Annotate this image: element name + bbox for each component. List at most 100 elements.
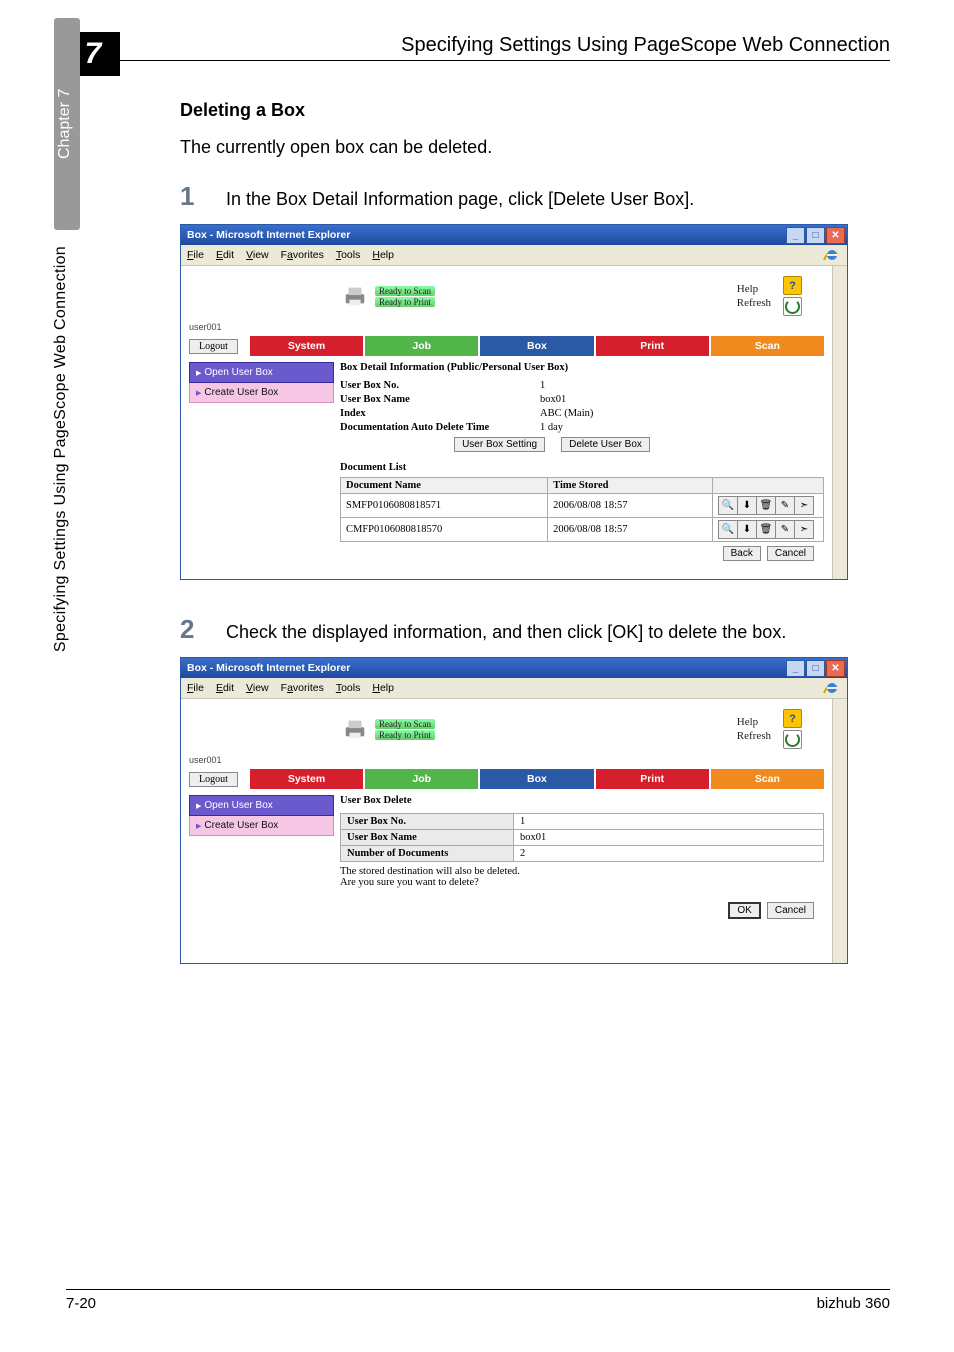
- menu-view[interactable]: View: [246, 682, 269, 694]
- ie-menubar: File Edit View Favorites Tools Help: [181, 245, 847, 266]
- side-long-label: Specifying Settings Using PageScope Web …: [50, 240, 72, 658]
- menu-view[interactable]: View: [246, 249, 269, 261]
- refresh-icon[interactable]: [783, 297, 802, 316]
- menu-tools[interactable]: Tools: [336, 682, 361, 694]
- menu-favorites[interactable]: Favorites: [281, 682, 324, 694]
- maximize-button[interactable]: □: [806, 227, 825, 244]
- menu-file[interactable]: File: [187, 249, 204, 261]
- side-chapter-label: Chapter 7: [54, 18, 80, 230]
- panel-title: User Box Delete: [340, 795, 824, 806]
- tab-scan[interactable]: Scan: [711, 336, 824, 356]
- help-icon[interactable]: ?: [783, 276, 802, 295]
- preview-icon[interactable]: 🔍: [718, 520, 738, 539]
- close-button[interactable]: ✕: [826, 227, 845, 244]
- help-link[interactable]: Help: [737, 283, 771, 295]
- minimize-button[interactable]: _: [786, 227, 805, 244]
- document-list-table: Document Name Time Stored SMFP0106080818…: [340, 477, 824, 542]
- menu-help[interactable]: Help: [372, 682, 394, 694]
- document-list-title: Document List: [340, 462, 824, 473]
- menu-tools[interactable]: Tools: [336, 249, 361, 261]
- panel-title: Box Detail Information (Public/Personal …: [340, 362, 824, 373]
- tab-box[interactable]: Box: [480, 336, 593, 356]
- value-box-no: 1: [540, 380, 545, 391]
- scrollbar[interactable]: [832, 266, 847, 579]
- help-icon[interactable]: ?: [783, 709, 802, 728]
- menu-favorites[interactable]: Favorites: [281, 249, 324, 261]
- status-ready-scan: Ready to Scan: [375, 286, 435, 296]
- scrollbar[interactable]: [832, 699, 847, 963]
- sidebar-create-user-box[interactable]: Create User Box: [189, 816, 334, 836]
- sidebar-create-user-box[interactable]: Create User Box: [189, 383, 334, 403]
- back-button[interactable]: Back: [723, 546, 761, 561]
- tab-job[interactable]: Job: [365, 769, 478, 789]
- user-box-setting-button[interactable]: User Box Setting: [454, 437, 545, 452]
- status-ready-scan: Ready to Scan: [375, 719, 435, 729]
- value-box-name: box01: [540, 394, 566, 405]
- close-button[interactable]: ✕: [826, 660, 845, 677]
- ok-button[interactable]: OK: [728, 902, 760, 919]
- screenshot-1: Box - Microsoft Internet Explorer _ □ ✕ …: [180, 224, 848, 580]
- refresh-link[interactable]: Refresh: [737, 730, 771, 742]
- minimize-button[interactable]: _: [786, 660, 805, 677]
- doc-time-cell: 2006/08/08 18:57: [548, 518, 713, 542]
- refresh-link[interactable]: Refresh: [737, 297, 771, 309]
- ie-logo-icon: [821, 679, 841, 697]
- running-header: Specifying Settings Using PageScope Web …: [401, 34, 890, 57]
- preview-icon[interactable]: 🔍: [718, 496, 738, 515]
- menu-edit[interactable]: Edit: [216, 249, 234, 261]
- ie-title: Box - Microsoft Internet Explorer: [187, 229, 350, 241]
- label-box-no: User Box No.: [340, 380, 530, 391]
- label-index: Index: [340, 408, 530, 419]
- route-icon[interactable]: ➣: [794, 520, 814, 539]
- table-row: CMFP0106080818570 2006/08/08 18:57 🔍 ⬇ 🗑…: [341, 518, 824, 542]
- sidebar-open-user-box[interactable]: Open User Box: [189, 795, 334, 816]
- tab-system[interactable]: System: [250, 336, 363, 356]
- status-ready-print: Ready to Print: [375, 297, 435, 307]
- ie-title: Box - Microsoft Internet Explorer: [187, 662, 350, 674]
- delete-icon[interactable]: 🗑: [756, 496, 776, 515]
- tab-print[interactable]: Print: [596, 769, 709, 789]
- delete-user-box-button[interactable]: Delete User Box: [561, 437, 650, 452]
- tab-job[interactable]: Job: [365, 336, 478, 356]
- tab-scan[interactable]: Scan: [711, 769, 824, 789]
- ie-titlebar: Box - Microsoft Internet Explorer _ □ ✕: [181, 658, 847, 678]
- intro-text: The currently open box can be deleted.: [180, 135, 890, 159]
- table-row: SMFP0106080818571 2006/08/08 18:57 🔍 ⬇ 🗑…: [341, 494, 824, 518]
- ie-menubar: File Edit View Favorites Tools Help: [181, 678, 847, 699]
- tab-box[interactable]: Box: [480, 769, 593, 789]
- menu-file[interactable]: File: [187, 682, 204, 694]
- menu-edit[interactable]: Edit: [216, 682, 234, 694]
- sidebar-open-user-box[interactable]: Open User Box: [189, 362, 334, 383]
- help-link[interactable]: Help: [737, 716, 771, 728]
- label-box-name: User Box Name: [341, 830, 514, 846]
- step-2-text: Check the displayed information, and the…: [226, 620, 786, 644]
- footer-page-number: 7-20: [66, 1295, 96, 1312]
- ie-titlebar: Box - Microsoft Internet Explorer _ □ ✕: [181, 225, 847, 245]
- maximize-button[interactable]: □: [806, 660, 825, 677]
- delete-info-table: User Box No.1 User Box Namebox01 Number …: [340, 813, 824, 862]
- logout-button[interactable]: Logout: [189, 772, 238, 787]
- doc-name-cell: SMFP0106080818571: [341, 494, 548, 518]
- status-ready-print: Ready to Print: [375, 730, 435, 740]
- delete-icon[interactable]: 🗑: [756, 520, 776, 539]
- cancel-button[interactable]: Cancel: [767, 546, 814, 561]
- value-num-docs: 2: [514, 846, 824, 862]
- tab-system[interactable]: System: [250, 769, 363, 789]
- label-box-no: User Box No.: [341, 814, 514, 830]
- tab-print[interactable]: Print: [596, 336, 709, 356]
- edit-icon[interactable]: ✎: [775, 496, 795, 515]
- download-icon[interactable]: ⬇: [737, 496, 757, 515]
- logout-button[interactable]: Logout: [189, 339, 238, 354]
- value-index: ABC (Main): [540, 408, 593, 419]
- refresh-icon[interactable]: [783, 730, 802, 749]
- edit-icon[interactable]: ✎: [775, 520, 795, 539]
- cancel-button[interactable]: Cancel: [767, 902, 814, 919]
- label-box-name: User Box Name: [340, 394, 530, 405]
- value-box-no: 1: [514, 814, 824, 830]
- warning-msg-1: The stored destination will also be dele…: [340, 866, 824, 877]
- user-id-label: user001: [181, 322, 832, 332]
- route-icon[interactable]: ➣: [794, 496, 814, 515]
- download-icon[interactable]: ⬇: [737, 520, 757, 539]
- screenshot-2: Box - Microsoft Internet Explorer _ □ ✕ …: [180, 657, 848, 964]
- menu-help[interactable]: Help: [372, 249, 394, 261]
